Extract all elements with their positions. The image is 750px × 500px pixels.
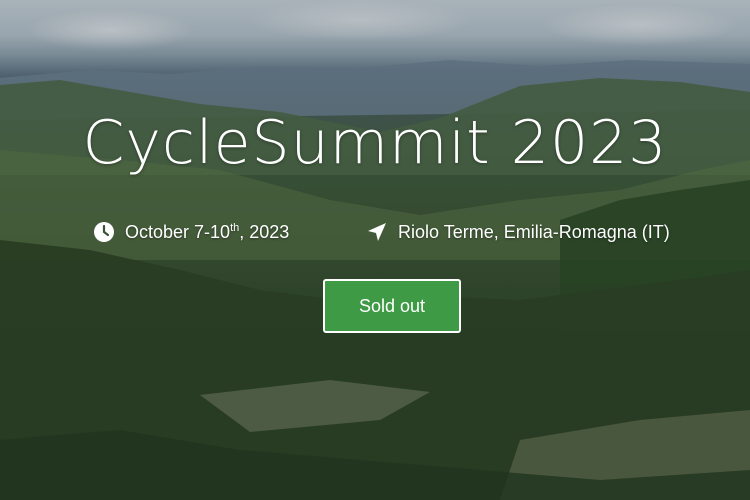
hero-banner: CycleSummit 2023 October 7-10th, 2023 Ri… [0, 0, 750, 500]
hero-overlay [0, 0, 750, 500]
event-title: CycleSummit 2023 [82, 108, 668, 178]
event-meta: October 7-10th, 2023 Riolo Terme, Emilia… [0, 221, 750, 247]
sold-out-button[interactable]: Sold out [323, 279, 461, 333]
event-location: Riolo Terme, Emilia-Romagna (IT) [366, 221, 670, 243]
clock-icon [93, 221, 115, 243]
event-location-text: Riolo Terme, Emilia-Romagna (IT) [398, 221, 670, 242]
location-arrow-icon [366, 221, 388, 243]
event-date-text: October 7-10th, 2023 [125, 221, 290, 242]
event-date: October 7-10th, 2023 [93, 221, 289, 243]
